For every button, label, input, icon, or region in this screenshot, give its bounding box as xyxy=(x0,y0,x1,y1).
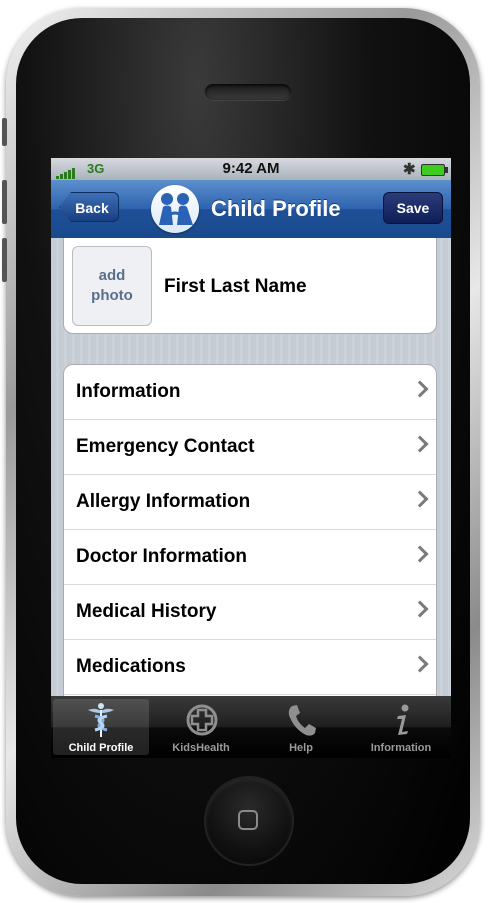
tab-label: Information xyxy=(370,742,432,754)
list-item-emergency-contact[interactable]: Emergency Contact xyxy=(64,420,436,475)
add-photo-label: add photo xyxy=(91,267,133,304)
list-item-label: Doctor Information xyxy=(76,546,247,567)
list-item-label: Medical History xyxy=(76,601,217,622)
page-title: Child Profile xyxy=(211,196,341,221)
earpiece-speaker xyxy=(205,84,291,100)
back-button[interactable]: Back xyxy=(59,192,119,222)
chevron-right-icon xyxy=(411,545,429,563)
phone-screen: 3G 9:42 AM ✱ Back Child Profile Save add… xyxy=(51,158,451,758)
tab-label: Child Profile xyxy=(68,742,134,754)
list-item-medications[interactable]: Medications xyxy=(64,640,436,695)
kids-logo-icon xyxy=(151,185,199,233)
content-area: add photo First Last Name Information Em… xyxy=(51,238,451,696)
tab-help[interactable]: Help xyxy=(253,699,349,755)
home-button[interactable] xyxy=(206,778,292,864)
list-item-medical-history[interactable]: Medical History xyxy=(64,585,436,640)
chevron-right-icon xyxy=(411,435,429,453)
save-button[interactable]: Save xyxy=(383,192,443,224)
child-name[interactable]: First Last Name xyxy=(164,276,307,298)
tab-label: KidsHealth xyxy=(172,742,230,754)
caduceus-icon xyxy=(88,703,114,737)
info-icon xyxy=(397,704,409,735)
tab-bar: Child Profile KidsHealth Help Informatio… xyxy=(51,696,451,758)
tab-information[interactable]: Information xyxy=(353,699,449,755)
profile-card: add photo First Last Name xyxy=(63,238,437,334)
home-square-icon xyxy=(238,810,258,830)
list-item-label: Allergy Information xyxy=(76,491,251,512)
list-item-allergy-information[interactable]: Allergy Information xyxy=(64,475,436,530)
list-item-doctor-information[interactable]: Doctor Information xyxy=(64,530,436,585)
navigation-bar: Back Child Profile Save xyxy=(51,180,451,239)
volume-up-button xyxy=(2,180,7,224)
status-bar: 3G 9:42 AM ✱ xyxy=(51,158,451,180)
chevron-right-icon xyxy=(411,655,429,673)
list-item-information[interactable]: Information xyxy=(64,365,436,420)
tab-label: Help xyxy=(289,742,313,754)
chevron-right-icon xyxy=(411,490,429,508)
chevron-right-icon xyxy=(411,600,429,618)
mute-switch xyxy=(2,118,7,146)
list-item-label: Information xyxy=(76,381,181,402)
tab-kidshealth[interactable]: KidsHealth xyxy=(153,699,249,755)
profile-menu-list: Information Emergency Contact Allergy In… xyxy=(63,364,437,696)
bluetooth-icon: ✱ xyxy=(403,161,416,178)
tab-child-profile[interactable]: Child Profile xyxy=(53,699,149,755)
status-time: 9:42 AM xyxy=(222,160,280,177)
list-item-label: Medications xyxy=(76,656,186,677)
chevron-right-icon xyxy=(411,380,429,398)
phone-icon xyxy=(288,705,316,736)
medical-cross-icon xyxy=(186,704,218,736)
add-photo-button[interactable]: add photo xyxy=(72,246,152,326)
battery-icon xyxy=(421,164,448,176)
volume-down-button xyxy=(2,238,7,282)
list-item-label: Emergency Contact xyxy=(76,436,255,457)
